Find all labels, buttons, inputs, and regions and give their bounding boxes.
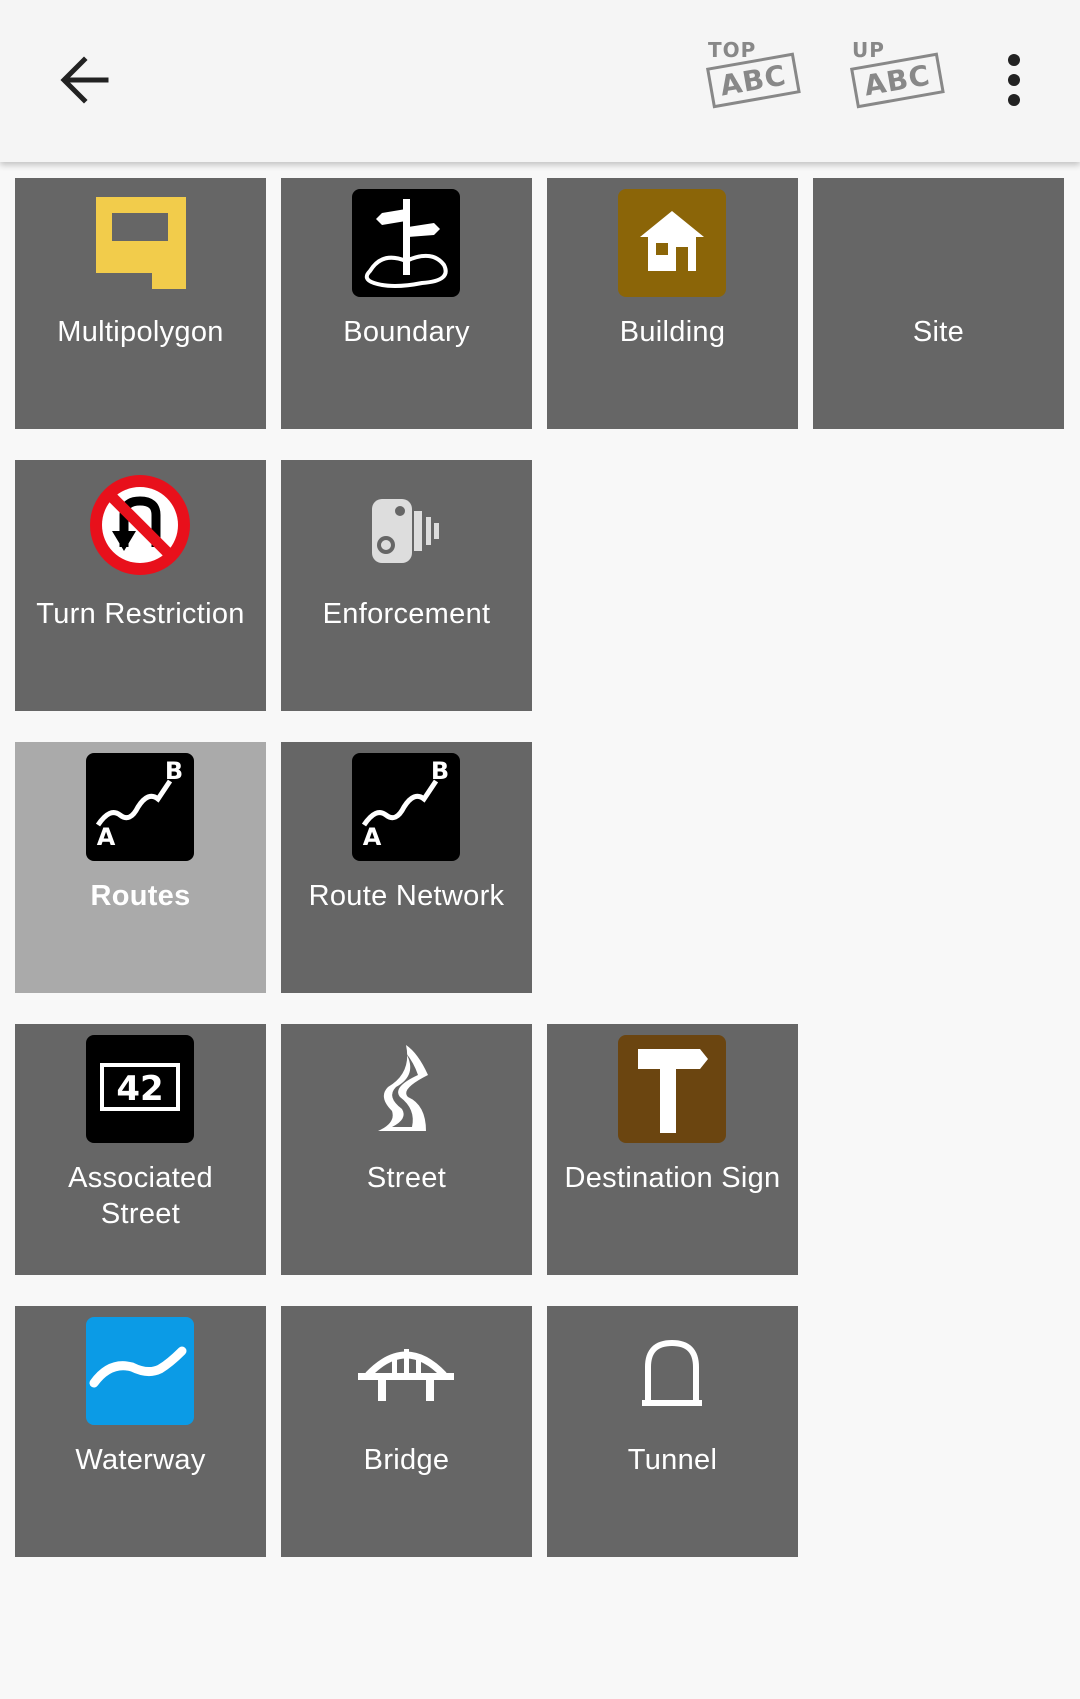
back-button[interactable] <box>40 36 128 124</box>
preset-tile-label: Tunnel <box>627 1444 718 1476</box>
street-number-label: 42 <box>116 1069 163 1109</box>
more-options-button[interactable] <box>984 40 1044 120</box>
up-label-button[interactable]: UP ABC <box>834 30 945 126</box>
preset-tile-label: Waterway <box>75 1444 206 1476</box>
up-label-small-text: UP <box>852 38 885 62</box>
preset-tile-waterway[interactable]: Waterway <box>15 1306 266 1557</box>
speed-camera-icon <box>352 471 460 579</box>
preset-tile-label: Bridge <box>363 1444 450 1476</box>
street-icon <box>352 1035 460 1143</box>
preset-tile-label: Enforcement <box>322 598 491 630</box>
preset-tile-label: Multipolygon <box>57 316 224 348</box>
multipolygon-icon <box>86 189 194 297</box>
preset-tile-associated-street[interactable]: 42 Associated Street <box>15 1024 266 1275</box>
preset-tile-label: Turn Restriction <box>36 598 245 630</box>
preset-tile-label: Routes <box>90 880 191 912</box>
more-vertical-icon <box>1008 54 1020 106</box>
route-icon: AB <box>86 753 194 861</box>
preset-tile-routes[interactable]: A B Routes <box>15 742 266 993</box>
preset-tile-boundary[interactable]: Boundary <box>281 178 532 429</box>
preset-tile-label: Site <box>912 316 965 348</box>
route-icon: AB <box>352 753 460 861</box>
building-icon <box>618 189 726 297</box>
preset-tile-label: Boundary <box>343 316 470 348</box>
preset-tile-route-network[interactable]: A B Route Network <box>281 742 532 993</box>
top-label-button[interactable]: TOP ABC <box>690 30 801 126</box>
waterway-icon <box>86 1317 194 1425</box>
preset-tile-destination-sign[interactable]: Destination Sign <box>547 1024 798 1275</box>
arrow-left-icon <box>60 56 109 104</box>
preset-tile-label: Associated Street <box>68 1162 213 1230</box>
no-u-turn-icon <box>86 471 194 579</box>
street-number-icon: 42 <box>86 1035 194 1143</box>
bridge-icon <box>352 1317 460 1425</box>
preset-tile-bridge[interactable]: Bridge <box>281 1306 532 1557</box>
preset-tile-label: Route Network <box>308 880 505 912</box>
top-label-small-text: TOP <box>708 38 757 62</box>
route-start-label: A <box>97 823 116 851</box>
preset-tile-enforcement[interactable]: Enforcement <box>281 460 532 711</box>
preset-tile-building[interactable]: Building <box>547 178 798 429</box>
tunnel-icon <box>618 1317 726 1425</box>
preset-tile-site[interactable]: Site <box>813 178 1064 429</box>
preset-tile-multipolygon[interactable]: Multipolygon <box>15 178 266 429</box>
route-end-label: B <box>431 757 449 785</box>
preset-tile-label: Building <box>619 316 726 348</box>
route-start-label: A <box>363 823 382 851</box>
preset-tile-street[interactable]: Street <box>281 1024 532 1275</box>
destination-sign-icon <box>618 1035 726 1143</box>
preset-tile-label: Street <box>366 1162 447 1194</box>
boundary-icon <box>352 189 460 297</box>
top-app-bar: TOP ABC UP ABC <box>0 0 1080 162</box>
preset-tile-tunnel[interactable]: Tunnel <box>547 1306 798 1557</box>
preset-tile-label: Destination Sign <box>564 1162 781 1194</box>
route-end-label: B <box>165 757 183 785</box>
preset-tile-turn-restriction[interactable]: Turn Restriction <box>15 460 266 711</box>
